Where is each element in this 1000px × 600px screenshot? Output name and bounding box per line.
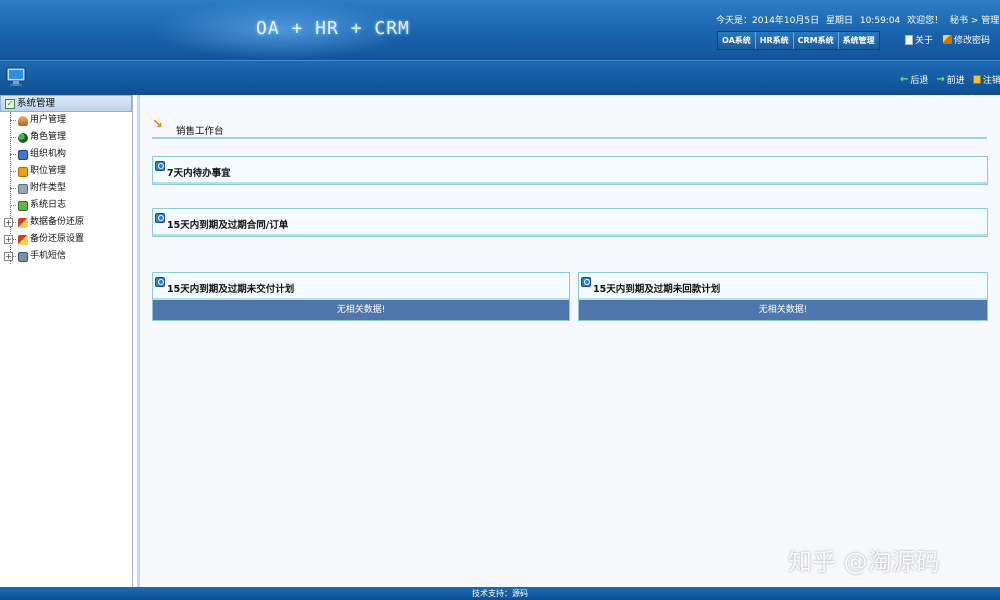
welcome-text: 欢迎您！ bbox=[907, 16, 944, 26]
user-path: 秘书 > 管理员 bbox=[950, 16, 1000, 26]
sidebar-item-system-log[interactable]: 系统日志 bbox=[8, 197, 132, 214]
org-icon bbox=[18, 149, 28, 160]
forward-label: 前进 bbox=[946, 75, 965, 86]
check-icon: ✓ bbox=[5, 98, 15, 109]
magnifier-icon bbox=[155, 161, 165, 171]
toolbar bbox=[0, 60, 1000, 95]
date-info: 今天是：2014年10月5日 星期日 10:59:04 欢迎您！ 秘书 > 管理… bbox=[716, 13, 1000, 26]
tab-hr-system[interactable]: HR系统 bbox=[755, 32, 794, 49]
sidebar-item-position-management[interactable]: 职位管理 bbox=[8, 163, 132, 180]
expand-icon[interactable]: + bbox=[4, 235, 13, 244]
panel-title: 15天内到期及过期未交付计划 bbox=[167, 284, 295, 295]
expand-icon[interactable]: + bbox=[4, 218, 13, 227]
sidebar-item-role-management[interactable]: 角色管理 bbox=[8, 129, 132, 146]
change-password-label: 修改密码 bbox=[954, 36, 991, 46]
weekday: 星期日 bbox=[825, 16, 853, 26]
menu-tree: 用户管理 角色管理 组织机构 职位管理 附件类型 系统日志 + 数据备份还原 + bbox=[0, 112, 132, 265]
magnifier-icon bbox=[581, 277, 591, 287]
tree-root-system-management[interactable]: ✓ 系统管理 bbox=[0, 95, 132, 112]
sidebar-item-user-management[interactable]: 用户管理 bbox=[8, 112, 132, 129]
panel-title: 7天内待办事宜 bbox=[167, 168, 231, 179]
role-icon bbox=[18, 132, 28, 143]
arrow-down-right-icon: ↘ bbox=[152, 117, 163, 132]
user-icon bbox=[18, 115, 28, 126]
magnifier-icon bbox=[155, 277, 165, 287]
sidebar-item-backup-settings[interactable]: + 备份还原设置 bbox=[4, 231, 132, 248]
about-link[interactable]: 关于 bbox=[905, 33, 933, 46]
sidebar-item-label: 附件类型 bbox=[30, 183, 67, 193]
nav-buttons: ← 后退 → 前进 注销 bbox=[900, 69, 1000, 89]
sidebar-item-organization[interactable]: 组织机构 bbox=[8, 146, 132, 163]
sidebar: ✓ 系统管理 用户管理 角色管理 组织机构 职位管理 附件类型 系统日志 + 数… bbox=[0, 95, 133, 587]
logout-label: 注销 bbox=[982, 75, 1000, 86]
tab-system-management[interactable]: 系统管理 bbox=[838, 32, 879, 49]
logout-button[interactable]: 注销 bbox=[972, 73, 1000, 86]
tab-oa-system[interactable]: OA系统 bbox=[718, 32, 756, 49]
panel-todo-7days: 7天内待办事宜 bbox=[152, 156, 988, 185]
sidebar-item-attachment-types[interactable]: 附件类型 bbox=[8, 180, 132, 197]
system-tabs: OA系统 HR系统 CRM系统 系统管理 bbox=[717, 31, 880, 50]
sidebar-item-label: 职位管理 bbox=[30, 166, 67, 176]
monitor-icon bbox=[6, 67, 26, 86]
panel-header: 15天内到期及过期合同/订单 bbox=[153, 209, 987, 236]
panel-contracts-expiring: 15天内到期及过期合同/订单 bbox=[152, 208, 988, 237]
logout-icon bbox=[972, 74, 981, 84]
panel-header: 7天内待办事宜 bbox=[153, 157, 987, 184]
log-icon bbox=[18, 200, 28, 211]
workspace-title: 销售工作台 bbox=[176, 126, 224, 137]
clock: 10:59:04 bbox=[859, 16, 901, 26]
panel-title: 15天内到期及过期合同/订单 bbox=[167, 220, 289, 231]
app-title: OA + HR + CRM bbox=[256, 18, 410, 39]
tree-root-label: 系统管理 bbox=[17, 98, 56, 109]
tab-crm-system[interactable]: CRM系统 bbox=[793, 32, 839, 49]
main-content: ↘ 销售工作台 7天内待办事宜 15天内到期及过期合同/订单 15天内到期及过期… bbox=[137, 95, 1000, 587]
sidebar-item-data-backup[interactable]: + 数据备份还原 bbox=[4, 214, 132, 231]
magnifier-icon bbox=[155, 213, 165, 223]
sidebar-item-label: 数据备份还原 bbox=[30, 217, 85, 227]
no-data-message: 无相关数据! bbox=[153, 300, 569, 320]
top-banner: OA + HR + CRM 今天是：2014年10月5日 星期日 10:59:0… bbox=[0, 0, 1000, 60]
about-label: 关于 bbox=[915, 36, 934, 46]
footer: 技术支持：源码 bbox=[0, 587, 1000, 600]
attachment-icon bbox=[18, 183, 28, 194]
sidebar-item-label: 组织机构 bbox=[30, 149, 67, 159]
forward-button[interactable]: → 前进 bbox=[936, 73, 964, 86]
back-button[interactable]: ← 后退 bbox=[900, 73, 928, 86]
sidebar-item-label: 手机短信 bbox=[30, 251, 67, 261]
pen-icon bbox=[943, 35, 953, 44]
panel-title: 15天内到期及过期未回款计划 bbox=[593, 284, 721, 295]
panel-unpaid-plans: 15天内到期及过期未回款计划 无相关数据! bbox=[578, 272, 988, 321]
panel-header: 15天内到期及过期未交付计划 bbox=[153, 273, 569, 300]
sidebar-item-label: 角色管理 bbox=[30, 132, 67, 142]
header-links: 关于 修改密码 bbox=[905, 33, 990, 46]
workspace-header: ↘ 销售工作台 bbox=[152, 117, 987, 139]
date-label: 今天是：2014年10月5日 bbox=[716, 16, 820, 26]
arrow-left-icon: ← bbox=[900, 73, 909, 85]
no-data-message: 无相关数据! bbox=[579, 300, 987, 320]
change-password-link[interactable]: 修改密码 bbox=[943, 33, 990, 46]
expand-icon[interactable]: + bbox=[4, 252, 13, 261]
post-icon bbox=[18, 166, 28, 177]
panel-undelivered-plans: 15天内到期及过期未交付计划 无相关数据! bbox=[152, 272, 570, 321]
watermark: 知乎 @淘源码 bbox=[788, 548, 940, 576]
backup-settings-icon bbox=[18, 234, 28, 245]
sidebar-item-label: 系统日志 bbox=[30, 200, 67, 210]
book-icon bbox=[905, 34, 913, 45]
back-label: 后退 bbox=[910, 75, 929, 86]
panel-header: 15天内到期及过期未回款计划 bbox=[579, 273, 987, 300]
sidebar-item-sms[interactable]: + 手机短信 bbox=[4, 248, 132, 265]
arrow-right-icon: → bbox=[936, 73, 945, 85]
sidebar-item-label: 备份还原设置 bbox=[30, 234, 85, 244]
phone-icon bbox=[18, 251, 28, 262]
backup-icon bbox=[18, 217, 28, 228]
sidebar-item-label: 用户管理 bbox=[30, 115, 67, 125]
